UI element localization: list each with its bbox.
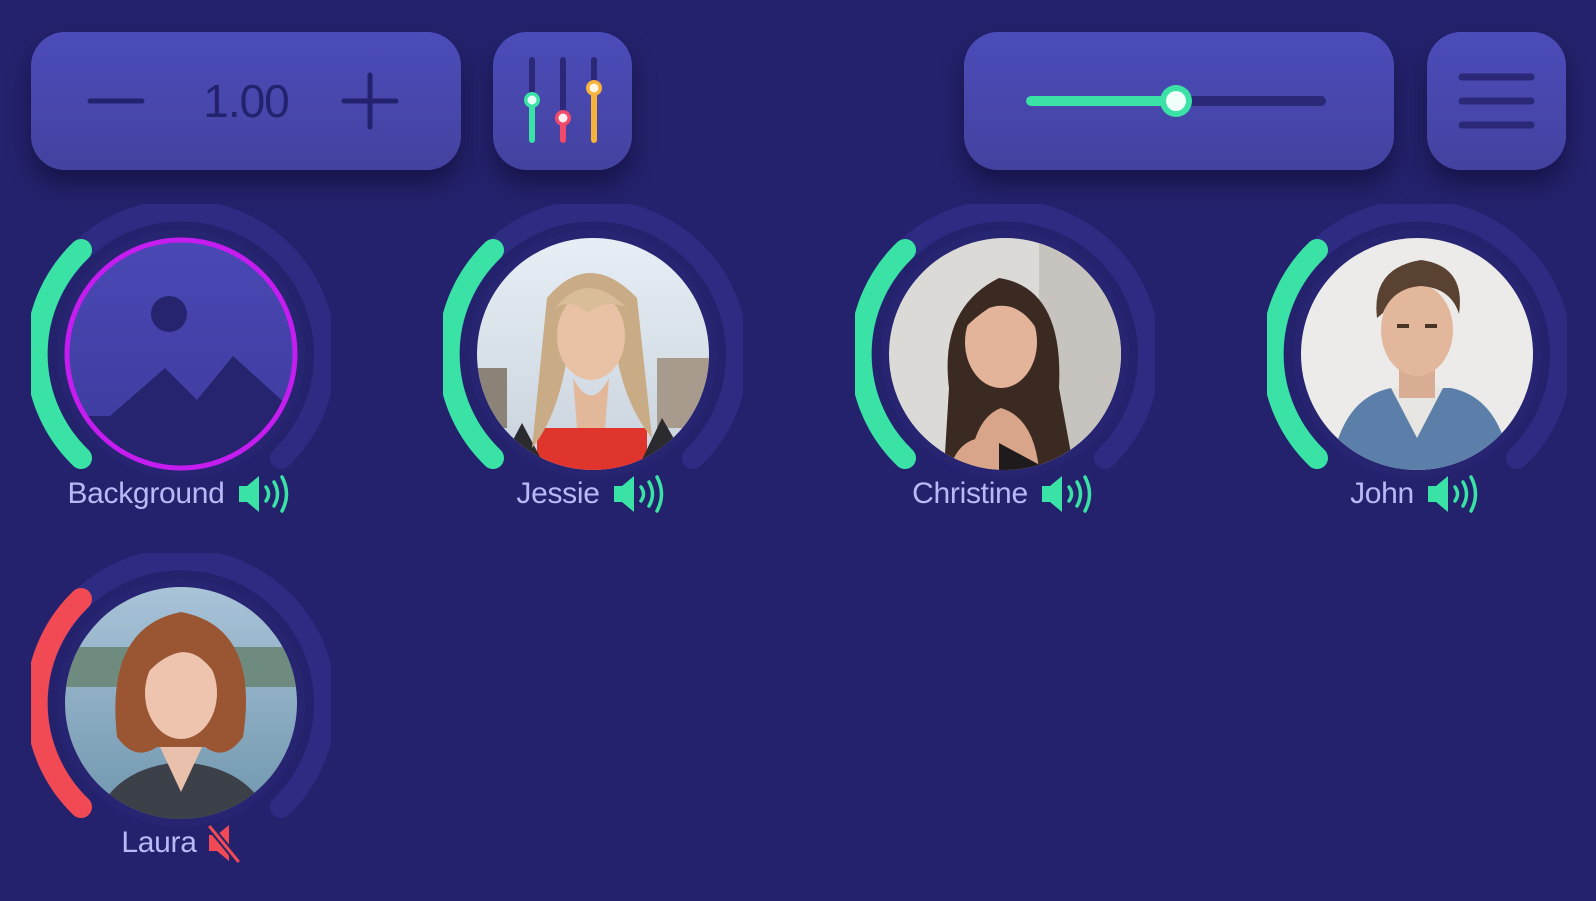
avatar-photo (65, 587, 297, 819)
participant-label: Laura (0, 821, 431, 865)
volume-dial[interactable] (1267, 204, 1567, 504)
participant-name: John (1350, 477, 1414, 510)
avatar-photo (889, 238, 1121, 470)
participant-name: Background (67, 477, 225, 510)
decrease-speed-button[interactable] (81, 66, 151, 136)
master-volume-panel (964, 32, 1394, 170)
master-volume-slider[interactable] (1026, 80, 1336, 122)
image-placeholder-icon (65, 238, 297, 470)
mixer-button[interactable] (493, 32, 632, 170)
participant-name: Jessie (516, 477, 600, 510)
volume-dial[interactable] (31, 553, 331, 853)
equalizer-icon (524, 57, 602, 143)
speed-stepper: 1.00 (31, 32, 461, 170)
avatar-photo (1301, 238, 1533, 470)
mute-toggle[interactable] (610, 472, 670, 516)
volume-dial[interactable] (443, 204, 743, 504)
hamburger-menu-icon (1458, 73, 1535, 129)
volume-dial[interactable] (31, 204, 331, 504)
plus-icon (341, 72, 399, 130)
increase-speed-button[interactable] (335, 66, 405, 136)
app-root: 1.00 Background Jessie Christine John La… (0, 0, 1596, 901)
speaker-on-icon (238, 475, 288, 513)
participant-name: Laura (121, 826, 197, 859)
mute-toggle[interactable] (206, 821, 241, 865)
avatar-photo (477, 238, 709, 470)
volume-dial[interactable] (855, 204, 1155, 504)
menu-button[interactable] (1427, 32, 1566, 170)
speaker-on-icon (1041, 475, 1092, 513)
minus-icon (87, 98, 145, 104)
slider-handle[interactable] (1160, 85, 1192, 117)
mute-toggle[interactable] (1038, 472, 1098, 516)
speed-value: 1.00 (203, 75, 290, 127)
speaker-on-icon (1427, 475, 1478, 513)
participant-label: John (1167, 472, 1596, 516)
avatar (65, 238, 297, 470)
slider-fill (1026, 96, 1176, 106)
speaker-on-icon (613, 475, 663, 513)
speaker-muted-icon (206, 823, 241, 865)
mute-toggle[interactable] (235, 472, 295, 516)
participant-name: Christine (912, 477, 1028, 510)
mute-toggle[interactable] (1424, 472, 1484, 516)
